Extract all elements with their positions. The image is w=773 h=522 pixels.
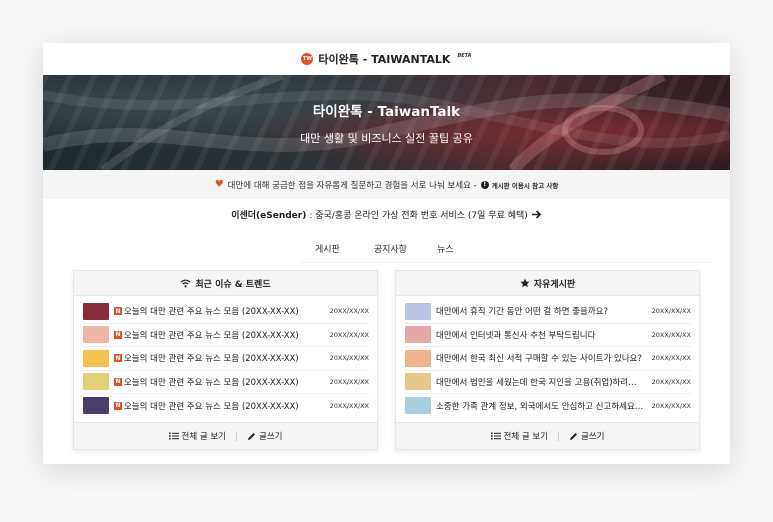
tab-notices[interactable]: 공지사항 [360,242,421,255]
arrow-right-icon [531,210,541,219]
list-icon [168,432,179,440]
free-write-label: 글쓰기 [581,432,605,442]
post-date: 20XX/XX/XX [329,307,369,316]
post-row[interactable]: 대만에서 법인을 세웠는데 한국 지인을 고용(취업)하려… 20XX/XX/XX [405,371,691,394]
logo-icon[interactable]: TW [301,53,314,65]
post-date: 20XX/XX/XX [651,330,691,339]
wifi-icon [180,279,191,287]
free-board-title: 자유게시판 [533,279,576,290]
free-post-list: 대만에서 휴직 기간 동안 어떤 걸 하면 좋을까요? 20XX/XX/XX 대만에… [396,296,699,418]
notice-bar: ♥ 대만에 대해 궁금한 점을 자유롭게 질문하고 경험을 서로 나눠 보세요 … [43,170,730,199]
tab-bar: 게시판 공지사항 뉴스 [301,235,711,263]
footer-divider [558,431,560,441]
post-title: 오늘의 대만 관련 주요 뉴스 모음 (20XX-XX-XX) [124,307,299,318]
post-title: 오늘의 대만 관련 주요 뉴스 모음 (20XX-XX-XX) [124,354,299,365]
trends-view-all-label: 전체 글 보기 [181,432,227,442]
pencil-icon [248,432,256,440]
heart-icon: ♥ [214,179,224,190]
post-thumbnail [405,373,431,391]
post-date: 20XX/XX/XX [651,307,691,316]
post-date: 20XX/XX/XX [329,377,369,386]
tab-board[interactable]: 게시판 [301,242,354,255]
post-thumbnail [83,373,109,391]
free-view-all-label: 전체 글 보기 [503,432,549,442]
post-row[interactable]: N 오늘의 대만 관련 주요 뉴스 모음 (20XX-XX-XX) 20XX/XX/… [83,347,369,371]
tab-news[interactable]: 뉴스 [423,242,468,255]
trends-board: 최근 이슈 & 트렌드 N 오늘의 대만 관련 주요 뉴스 모음 (20XX-XX… [73,270,378,450]
free-board: 자유게시판 대만에서 휴직 기간 동안 어떤 걸 하면 좋을까요? 20XX/XX… [395,270,700,450]
new-badge-icon: N [114,307,122,316]
new-badge-icon: N [114,377,122,386]
post-row[interactable]: 대만에서 휴직 기간 동안 어떤 걸 하면 좋을까요? 20XX/XX/XX [405,300,691,324]
free-board-header: 자유게시판 [396,271,699,296]
post-thumbnail [405,302,431,320]
post-title: 오늘의 대만 관련 주요 뉴스 모음 (20XX-XX-XX) [124,377,299,388]
post-date: 20XX/XX/XX [329,330,369,339]
trends-board-footer: 전체 글 보기 글쓰기 [74,422,377,449]
post-title: 대만에서 휴직 기간 동안 어떤 걸 하면 좋을까요? [436,307,609,318]
post-title: 대만에서 한국 최신 서적 구매할 수 있는 사이트가 있나요? [436,354,642,365]
promo-brand: 이센더(eSender) [231,211,307,221]
guidelines-link-label: 게시판 이용시 참고 사항 [491,181,559,190]
post-date: 20XX/XX/XX [651,354,691,363]
post-date: 20XX/XX/XX [651,401,691,410]
post-row[interactable]: 대만에서 한국 최신 서적 구매할 수 있는 사이트가 있나요? 20XX/XX/… [405,347,691,371]
promo-text: : 중국/홍콩 온라인 가상 전화 번호 서비스 (7일 무료 혜택) [309,211,528,221]
trends-board-header: 최근 이슈 & 트렌드 [74,271,377,296]
trends-view-all-button[interactable]: 전체 글 보기 [168,430,227,442]
notice-text: 대만에 대해 궁금한 점을 자유롭게 질문하고 경험을 서로 나눠 보세요 - [227,180,477,191]
post-date: 20XX/XX/XX [651,377,691,386]
post-thumbnail [83,326,109,344]
hero-banner: 타이완톡 - TaiwanTalk 대만 생활 및 비즈니스 실전 꿀팁 공유 [43,75,730,170]
post-thumbnail [405,326,431,344]
post-row[interactable]: 소중한 가족 관계 정보, 외국에서도 안심하고 신고하세요… 20XX/XX/X… [405,394,691,418]
pencil-icon [570,432,578,440]
trends-board-title: 최근 이슈 & 트렌드 [195,279,271,290]
post-date: 20XX/XX/XX [329,401,369,410]
post-title: 대만에서 법인을 세웠는데 한국 지인을 고용(취업)하려… [436,377,637,388]
post-row[interactable]: N 오늘의 대만 관련 주요 뉴스 모음 (20XX-XX-XX) 20XX/XX/… [83,371,369,394]
top-bar: TW 타이완톡 - TAIWANTALK BETA [43,43,730,75]
beta-badge: BETA [457,53,472,59]
star-icon [520,278,530,288]
highway-background-image [43,75,730,170]
free-write-button[interactable]: 글쓰기 [569,430,604,442]
site-title[interactable]: 타이완톡 - TAIWANTALK [318,51,450,67]
post-thumbnail [83,397,109,415]
post-title: 오늘의 대만 관련 주요 뉴스 모음 (20XX-XX-XX) [124,330,299,341]
footer-divider [236,431,238,441]
list-icon [490,432,501,440]
hero-subtitle: 대만 생활 및 비즈니스 실전 꿀팁 공유 [300,131,473,145]
post-thumbnail [405,349,431,367]
post-title: 오늘의 대만 관련 주요 뉴스 모음 (20XX-XX-XX) [124,401,299,412]
free-view-all-button[interactable]: 전체 글 보기 [490,430,549,442]
new-badge-icon: N [114,401,122,410]
trends-write-button[interactable]: 글쓰기 [247,430,282,442]
guidelines-link[interactable]: ! 게시판 이용시 참고 사항 [480,180,559,190]
post-row[interactable]: 대만에서 인터넷과 통신사 추천 부탁드립니다 20XX/XX/XX [405,324,691,347]
post-row[interactable]: N 오늘의 대만 관련 주요 뉴스 모음 (20XX-XX-XX) 20XX/XX/… [83,324,369,347]
post-title: 대만에서 인터넷과 통신사 추천 부탁드립니다 [436,330,596,341]
new-badge-icon: N [114,354,122,363]
post-row[interactable]: N 오늘의 대만 관련 주요 뉴스 모음 (20XX-XX-XX) 20XX/XX/… [83,300,369,324]
page-card: TW 타이완톡 - TAIWANTALK BETA 타이완톡 - TaiwanT… [43,43,730,464]
post-thumbnail [83,349,109,367]
info-icon: ! [480,180,489,189]
post-date: 20XX/XX/XX [329,354,369,363]
trends-write-label: 글쓰기 [259,432,283,442]
hero-title: 타이완톡 - TaiwanTalk [312,103,461,120]
post-thumbnail [405,397,431,415]
trends-post-list: N 오늘의 대만 관련 주요 뉴스 모음 (20XX-XX-XX) 20XX/XX/… [74,296,377,418]
post-row[interactable]: N 오늘의 대만 관련 주요 뉴스 모음 (20XX-XX-XX) 20XX/XX/… [83,394,369,418]
post-thumbnail [83,302,109,320]
new-badge-icon: N [114,330,122,339]
promo-link[interactable]: 이센더(eSender) : 중국/홍콩 온라인 가상 전화 번호 서비스 (7… [43,199,730,230]
free-board-footer: 전체 글 보기 글쓰기 [396,422,699,449]
post-title: 소중한 가족 관계 정보, 외국에서도 안심하고 신고하세요… [436,401,644,412]
